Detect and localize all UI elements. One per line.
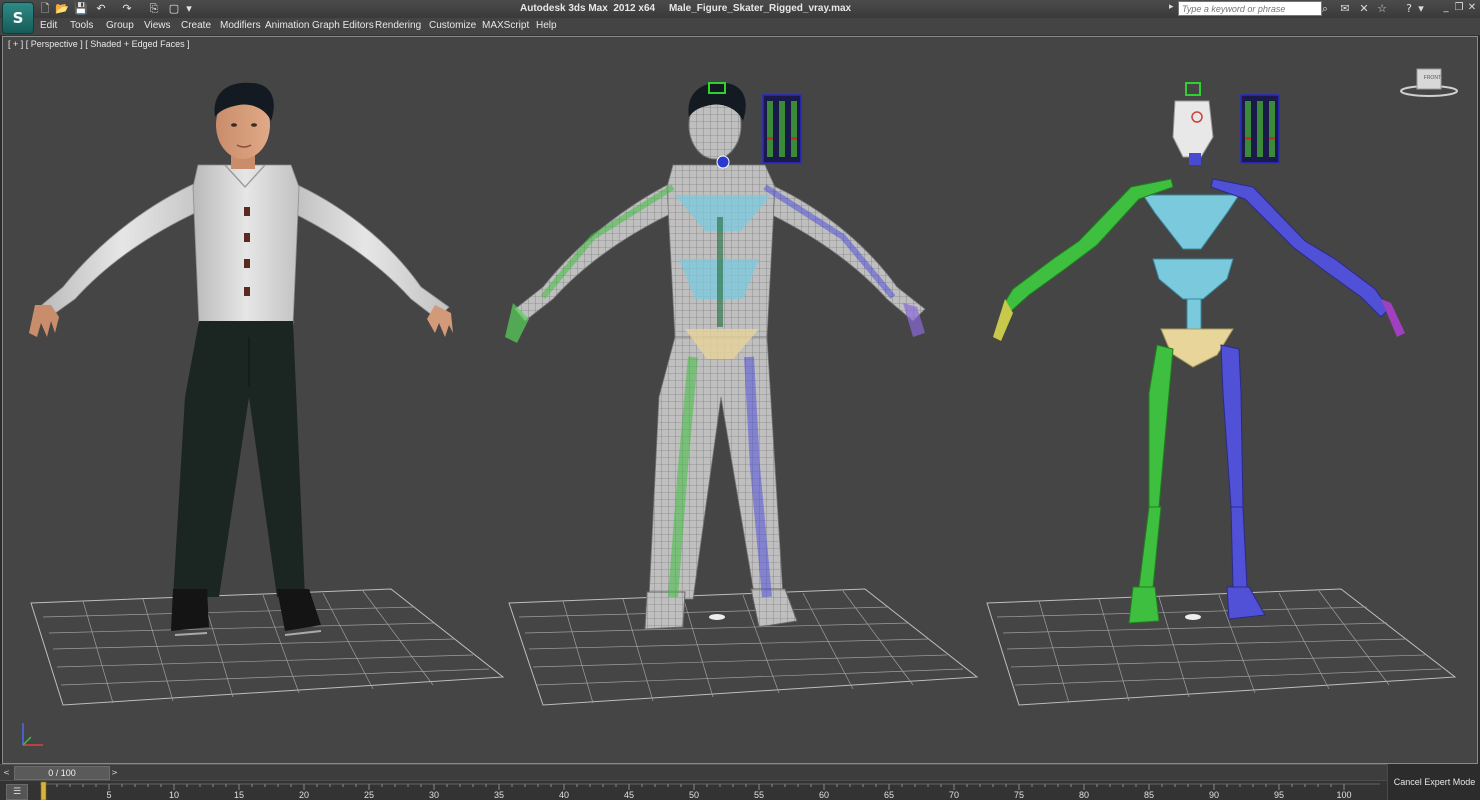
ruler-tick-label: 95 bbox=[1274, 790, 1284, 800]
menu-rendering[interactable]: Rendering bbox=[375, 20, 421, 31]
time-slider-prev-button[interactable]: < bbox=[2, 767, 11, 778]
ruler-tick-label: 75 bbox=[1014, 790, 1024, 800]
ruler-tick-label: 45 bbox=[624, 790, 634, 800]
exchange-icon[interactable]: ✕ bbox=[1357, 2, 1371, 15]
cancel-expert-mode-button[interactable]: Cancel Expert Mode bbox=[1387, 764, 1480, 800]
ruler-tick-label: 85 bbox=[1144, 790, 1154, 800]
redo-icon[interactable]: ↷ bbox=[120, 2, 134, 15]
quick-access-dropdown-icon[interactable]: ▾ bbox=[182, 2, 196, 15]
ruler-tick-label: 40 bbox=[559, 790, 569, 800]
axis-tripod-icon bbox=[22, 723, 43, 746]
save-file-icon[interactable]: 💾 bbox=[74, 2, 88, 15]
menu-group[interactable]: Group bbox=[106, 20, 134, 31]
ruler-tick-label: 30 bbox=[429, 790, 439, 800]
home-grid-middle bbox=[508, 588, 979, 706]
menu-create[interactable]: Create bbox=[181, 20, 211, 31]
window-crossing-icon[interactable]: ▢ bbox=[167, 2, 181, 15]
favorites-icon[interactable]: ☆ bbox=[1375, 2, 1389, 15]
menu-animation[interactable]: Animation bbox=[265, 20, 309, 31]
app-window: 🗋 📂 💾 ↶ ↷ ⎘ ▢ ▾ Autodesk 3ds Max 2012 x6… bbox=[0, 0, 1480, 800]
ruler-tick-label: 80 bbox=[1079, 790, 1089, 800]
skater-shaded-model[interactable] bbox=[29, 82, 453, 636]
restore-icon[interactable]: ❐ bbox=[1453, 1, 1465, 14]
search-expand-icon[interactable]: ▸ bbox=[1169, 2, 1174, 12]
viewcube-face-label: FRONT bbox=[1423, 75, 1441, 81]
binoculars-icon[interactable]: ⌕ bbox=[1318, 2, 1332, 15]
search-input[interactable] bbox=[1178, 1, 1322, 16]
project-folder-icon[interactable]: ⎘ bbox=[147, 2, 161, 15]
ruler-tick-label: 15 bbox=[234, 790, 244, 800]
biped-controller-panel-middle[interactable] bbox=[762, 94, 802, 164]
skater-wireframe-model[interactable] bbox=[505, 82, 926, 630]
new-file-icon[interactable]: 🗋 bbox=[38, 2, 52, 15]
title-bar: 🗋 📂 💾 ↶ ↷ ⎘ ▢ ▾ Autodesk 3ds Max 2012 x6… bbox=[0, 0, 1480, 19]
menu-views[interactable]: Views bbox=[144, 20, 171, 31]
menu-customize[interactable]: Customize bbox=[429, 20, 476, 31]
window-title: Autodesk 3ds Max 2012 x64 Male_Figure_Sk… bbox=[520, 3, 852, 14]
ruler-tick-label: 70 bbox=[949, 790, 959, 800]
frame-ruler[interactable]: 5 10 15 20 25 30 35 40 45 50 55 60 65 70 75 80 85 90 95 100 bbox=[40, 781, 1380, 800]
menu-edit[interactable]: Edit bbox=[40, 20, 57, 31]
ruler-tick-label: 100 bbox=[1336, 790, 1351, 800]
biped-controller-panel-right[interactable] bbox=[1240, 94, 1280, 164]
menu-graph-editors[interactable]: Graph Editors bbox=[312, 20, 374, 31]
viewport-scene bbox=[29, 82, 1457, 706]
time-slider-bar: < 0 / 100 > bbox=[0, 764, 1480, 781]
communication-center-icon[interactable]: ✉ bbox=[1338, 2, 1352, 15]
ruler-tick-label: 55 bbox=[754, 790, 764, 800]
ruler-tick-label: 20 bbox=[299, 790, 309, 800]
home-grid-right bbox=[986, 588, 1457, 706]
time-slider-next-button[interactable]: > bbox=[110, 767, 119, 778]
undo-icon[interactable]: ↶ bbox=[94, 2, 108, 15]
ruler-tick-label: 5 bbox=[106, 790, 111, 800]
menu-maxscript[interactable]: MAXScript bbox=[482, 20, 529, 31]
close-icon[interactable]: ✕ bbox=[1466, 1, 1478, 14]
time-cursor[interactable] bbox=[40, 781, 47, 800]
viewcube-icon[interactable] bbox=[1399, 67, 1459, 97]
ruler-tick-label: 65 bbox=[884, 790, 894, 800]
ruler-tick-label: 10 bbox=[169, 790, 179, 800]
perspective-viewport[interactable]: [ + ] [ Perspective ] [ Shaded + Edged F… bbox=[2, 36, 1478, 764]
menu-bar: Edit Tools Group Views Create Modifiers … bbox=[0, 18, 1480, 36]
track-bar: ☰ 5 10 15 20 25 30 35 40 45 50 55 60 65 70 75 80 85 90 95 1… bbox=[0, 780, 1480, 800]
ruler-tick-label: 60 bbox=[819, 790, 829, 800]
biped-skeleton[interactable] bbox=[993, 82, 1405, 624]
ruler-tick-label: 25 bbox=[364, 790, 374, 800]
home-grid-left bbox=[30, 588, 505, 706]
menu-tools[interactable]: Tools bbox=[70, 20, 93, 31]
curve-editor-icon[interactable]: ☰ bbox=[6, 784, 28, 800]
menu-help[interactable]: Help bbox=[536, 20, 557, 31]
minimize-icon[interactable]: _ bbox=[1440, 1, 1452, 14]
time-slider-handle[interactable]: 0 / 100 bbox=[14, 766, 110, 780]
open-file-icon[interactable]: 📂 bbox=[55, 2, 69, 15]
ruler-tick-label: 35 bbox=[494, 790, 504, 800]
ruler-tick-label: 90 bbox=[1209, 790, 1219, 800]
app-logo-button[interactable]: S bbox=[2, 2, 34, 34]
help-dropdown-icon[interactable]: ▾ bbox=[1414, 2, 1428, 15]
ruler-tick-label: 50 bbox=[689, 790, 699, 800]
menu-modifiers[interactable]: Modifiers bbox=[220, 20, 261, 31]
